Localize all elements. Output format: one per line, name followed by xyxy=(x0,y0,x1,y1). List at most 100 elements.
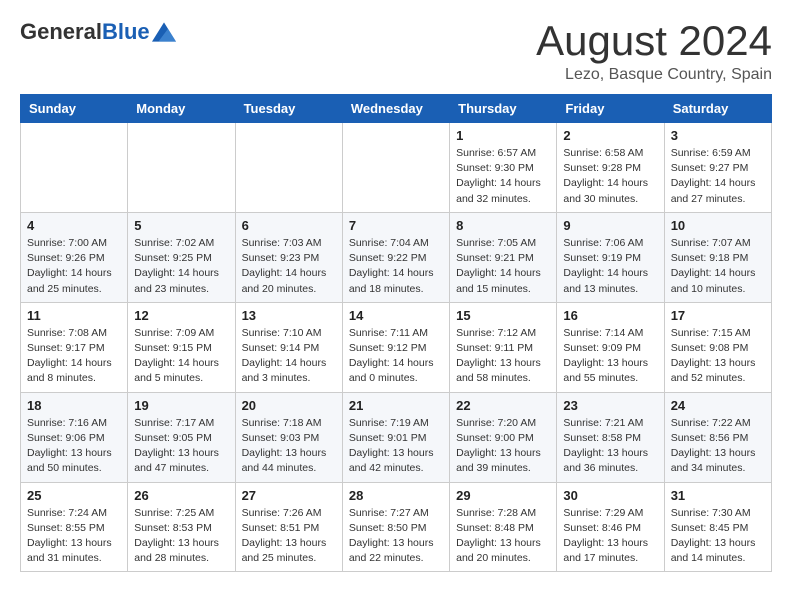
calendar-cell: 22 Sunrise: 7:20 AM Sunset: 9:00 PM Dayli… xyxy=(450,392,557,482)
day-info: Sunrise: 7:03 AM Sunset: 9:23 PM Dayligh… xyxy=(242,236,336,297)
day-number: 27 xyxy=(242,488,336,503)
day-number: 23 xyxy=(563,398,657,413)
calendar-cell: 11 Sunrise: 7:08 AM Sunset: 9:17 PM Dayli… xyxy=(21,302,128,392)
col-monday: Monday xyxy=(128,95,235,123)
col-thursday: Thursday xyxy=(450,95,557,123)
calendar-cell: 19Sunrise: 7:17 AM Sunset: 9:05 PM Dayli… xyxy=(128,392,235,482)
day-info: Sunrise: 7:30 AM Sunset: 8:45 PM Dayligh… xyxy=(671,506,765,567)
day-info: Sunrise: 7:15 AM Sunset: 9:08 PM Dayligh… xyxy=(671,326,765,387)
day-info: Sunrise: 7:24 AM Sunset: 8:55 PM Dayligh… xyxy=(27,506,121,567)
header: GeneralBlue August 2024 Lezo, Basque Cou… xyxy=(20,20,772,84)
day-number: 11 xyxy=(27,308,121,323)
calendar-cell: 2Sunrise: 6:58 AM Sunset: 9:28 PM Daylig… xyxy=(557,123,664,213)
calendar-cell: 20Sunrise: 7:18 AM Sunset: 9:03 PM Dayli… xyxy=(235,392,342,482)
logo-general-text: General xyxy=(20,19,102,44)
day-info: Sunrise: 7:28 AM Sunset: 8:48 PM Dayligh… xyxy=(456,506,550,567)
day-info: Sunrise: 7:09 AM Sunset: 9:15 PM Dayligh… xyxy=(134,326,228,387)
day-number: 12 xyxy=(134,308,228,323)
calendar-cell: 14Sunrise: 7:11 AM Sunset: 9:12 PM Dayli… xyxy=(342,302,449,392)
calendar-cell: 15 Sunrise: 7:12 AM Sunset: 9:11 PM Dayli… xyxy=(450,302,557,392)
calendar-cell: 12 Sunrise: 7:09 AM Sunset: 9:15 PM Dayli… xyxy=(128,302,235,392)
day-info: Sunrise: 7:29 AM Sunset: 8:46 PM Dayligh… xyxy=(563,506,657,567)
calendar-cell: 18 Sunrise: 7:16 AM Sunset: 9:06 PM Dayli… xyxy=(21,392,128,482)
day-info: Sunrise: 7:17 AM Sunset: 9:05 PM Dayligh… xyxy=(134,416,228,477)
calendar-cell: 5 Sunrise: 7:02 AM Sunset: 9:25 PM Daylig… xyxy=(128,212,235,302)
day-number: 14 xyxy=(349,308,443,323)
calendar-week-2: 4Sunrise: 7:00 AM Sunset: 9:26 PM Daylig… xyxy=(21,212,772,302)
day-info: Sunrise: 7:19 AM Sunset: 9:01 PM Dayligh… xyxy=(349,416,443,477)
day-number: 24 xyxy=(671,398,765,413)
header-row: Sunday Monday Tuesday Wednesday Thursday… xyxy=(21,95,772,123)
day-info: Sunrise: 7:00 AM Sunset: 9:26 PM Dayligh… xyxy=(27,236,121,297)
calendar-cell: 4Sunrise: 7:00 AM Sunset: 9:26 PM Daylig… xyxy=(21,212,128,302)
col-tuesday: Tuesday xyxy=(235,95,342,123)
title-area: August 2024 Lezo, Basque Country, Spain xyxy=(536,20,772,84)
calendar-cell xyxy=(235,123,342,213)
day-info: Sunrise: 7:08 AM Sunset: 9:17 PM Dayligh… xyxy=(27,326,121,387)
calendar-cell: 3Sunrise: 6:59 AM Sunset: 9:27 PM Daylig… xyxy=(664,123,771,213)
calendar-cell xyxy=(21,123,128,213)
day-info: Sunrise: 7:27 AM Sunset: 8:50 PM Dayligh… xyxy=(349,506,443,567)
day-number: 7 xyxy=(349,218,443,233)
calendar-header: Sunday Monday Tuesday Wednesday Thursday… xyxy=(21,95,772,123)
calendar-week-3: 11 Sunrise: 7:08 AM Sunset: 9:17 PM Dayli… xyxy=(21,302,772,392)
day-number: 22 xyxy=(456,398,550,413)
calendar-cell: 13 Sunrise: 7:10 AM Sunset: 9:14 PM Dayli… xyxy=(235,302,342,392)
calendar-cell: 9Sunrise: 7:06 AM Sunset: 9:19 PM Daylig… xyxy=(557,212,664,302)
calendar-cell: 1 Sunrise: 6:57 AM Sunset: 9:30 PM Daylig… xyxy=(450,123,557,213)
calendar-cell: 24Sunrise: 7:22 AM Sunset: 8:56 PM Dayli… xyxy=(664,392,771,482)
day-number: 13 xyxy=(242,308,336,323)
day-number: 20 xyxy=(242,398,336,413)
day-info: Sunrise: 7:16 AM Sunset: 9:06 PM Dayligh… xyxy=(27,416,121,477)
day-number: 8 xyxy=(456,218,550,233)
calendar-cell: 27 Sunrise: 7:26 AM Sunset: 8:51 PM Dayli… xyxy=(235,482,342,572)
logo: GeneralBlue xyxy=(20,20,176,44)
day-info: Sunrise: 7:05 AM Sunset: 9:21 PM Dayligh… xyxy=(456,236,550,297)
day-number: 16 xyxy=(563,308,657,323)
day-info: Sunrise: 7:07 AM Sunset: 9:18 PM Dayligh… xyxy=(671,236,765,297)
calendar-cell: 28 Sunrise: 7:27 AM Sunset: 8:50 PM Dayli… xyxy=(342,482,449,572)
day-number: 6 xyxy=(242,218,336,233)
day-info: Sunrise: 7:04 AM Sunset: 9:22 PM Dayligh… xyxy=(349,236,443,297)
page-container: GeneralBlue August 2024 Lezo, Basque Cou… xyxy=(20,20,772,572)
calendar-cell: 7 Sunrise: 7:04 AM Sunset: 9:22 PM Daylig… xyxy=(342,212,449,302)
day-info: Sunrise: 6:57 AM Sunset: 9:30 PM Dayligh… xyxy=(456,146,550,207)
day-number: 1 xyxy=(456,128,550,143)
calendar-week-5: 25 Sunrise: 7:24 AM Sunset: 8:55 PM Dayli… xyxy=(21,482,772,572)
col-saturday: Saturday xyxy=(664,95,771,123)
day-number: 5 xyxy=(134,218,228,233)
day-number: 30 xyxy=(563,488,657,503)
day-number: 17 xyxy=(671,308,765,323)
day-info: Sunrise: 7:12 AM Sunset: 9:11 PM Dayligh… xyxy=(456,326,550,387)
day-number: 25 xyxy=(27,488,121,503)
calendar-cell: 21Sunrise: 7:19 AM Sunset: 9:01 PM Dayli… xyxy=(342,392,449,482)
day-info: Sunrise: 6:59 AM Sunset: 9:27 PM Dayligh… xyxy=(671,146,765,207)
calendar-body: 1 Sunrise: 6:57 AM Sunset: 9:30 PM Daylig… xyxy=(21,123,772,572)
day-number: 28 xyxy=(349,488,443,503)
location-text: Lezo, Basque Country, Spain xyxy=(536,66,772,84)
day-number: 26 xyxy=(134,488,228,503)
day-info: Sunrise: 7:21 AM Sunset: 8:58 PM Dayligh… xyxy=(563,416,657,477)
calendar-cell: 25 Sunrise: 7:24 AM Sunset: 8:55 PM Dayli… xyxy=(21,482,128,572)
day-number: 2 xyxy=(563,128,657,143)
col-sunday: Sunday xyxy=(21,95,128,123)
col-wednesday: Wednesday xyxy=(342,95,449,123)
logo-blue-text: Blue xyxy=(102,19,150,44)
calendar-cell: 29 Sunrise: 7:28 AM Sunset: 8:48 PM Dayli… xyxy=(450,482,557,572)
calendar-cell xyxy=(128,123,235,213)
day-info: Sunrise: 7:10 AM Sunset: 9:14 PM Dayligh… xyxy=(242,326,336,387)
day-number: 31 xyxy=(671,488,765,503)
calendar-cell xyxy=(342,123,449,213)
month-title: August 2024 xyxy=(536,20,772,62)
col-friday: Friday xyxy=(557,95,664,123)
calendar-cell: 16Sunrise: 7:14 AM Sunset: 9:09 PM Dayli… xyxy=(557,302,664,392)
day-info: Sunrise: 7:26 AM Sunset: 8:51 PM Dayligh… xyxy=(242,506,336,567)
logo-icon xyxy=(152,20,176,44)
day-number: 29 xyxy=(456,488,550,503)
day-number: 10 xyxy=(671,218,765,233)
day-number: 15 xyxy=(456,308,550,323)
day-number: 18 xyxy=(27,398,121,413)
calendar-cell: 23 Sunrise: 7:21 AM Sunset: 8:58 PM Dayli… xyxy=(557,392,664,482)
day-info: Sunrise: 7:02 AM Sunset: 9:25 PM Dayligh… xyxy=(134,236,228,297)
day-info: Sunrise: 7:20 AM Sunset: 9:00 PM Dayligh… xyxy=(456,416,550,477)
